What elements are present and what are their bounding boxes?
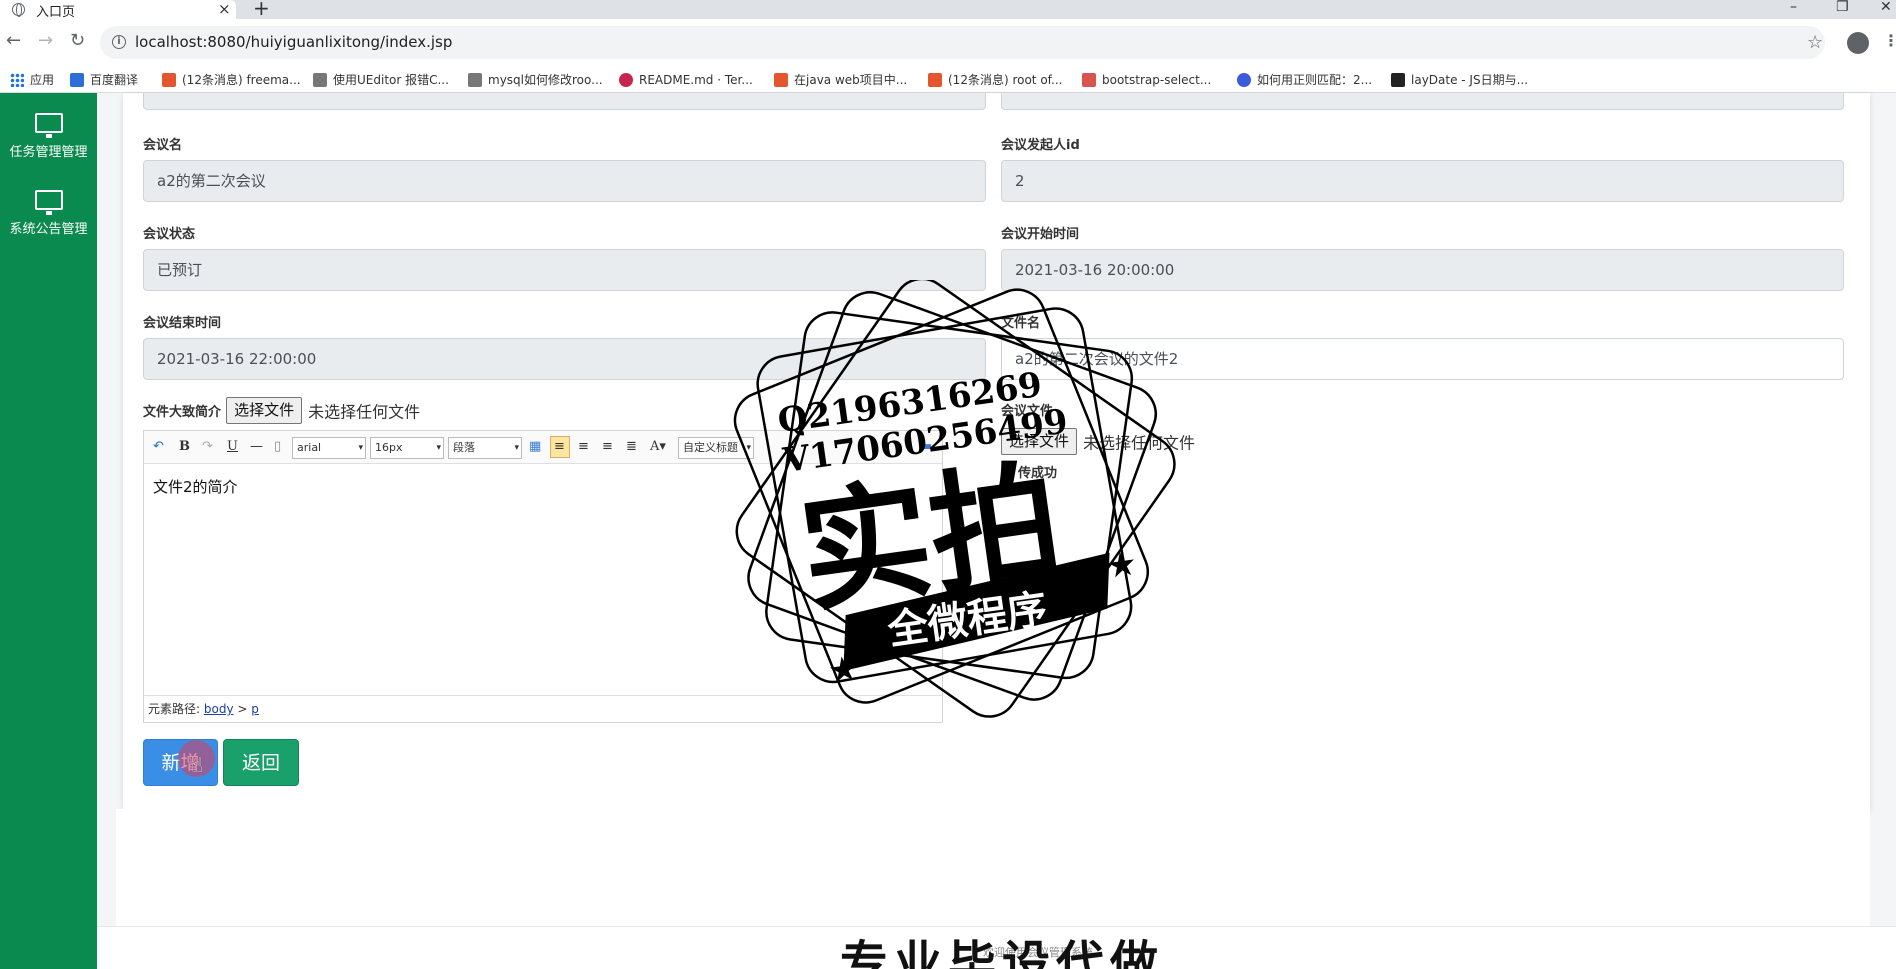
star-icon: ★ <box>1104 543 1140 587</box>
end-time-label: 会议结束时间 <box>143 316 222 331</box>
align-right-icon[interactable]: ≡ <box>602 439 613 455</box>
tab-title: 入口页 <box>36 5 76 20</box>
bookmark-item[interactable]: layDate - JS日期与... <box>1391 70 1528 90</box>
input-field[interactable] <box>1001 93 1844 110</box>
bookmark-item[interactable]: 百度翻译 <box>70 70 138 90</box>
format-icon[interactable]: ▯ <box>274 439 281 455</box>
laydate-icon <box>1391 73 1405 87</box>
path-separator: > <box>237 702 248 716</box>
bookmark-apps[interactable]: 应用 <box>10 70 54 90</box>
bookmark-item[interactable]: 使用UEditor 报错C... <box>313 70 449 90</box>
hand-cursor-icon: ☝ <box>191 753 204 777</box>
csdn-icon <box>162 73 176 87</box>
monitor-icon <box>34 113 63 138</box>
align-left-icon[interactable]: ≡ <box>554 439 565 455</box>
bold-icon[interactable]: B <box>179 439 190 455</box>
address-bar: ← → ↻ i localhost:8080/huiyiguanlixitong… <box>0 19 1896 67</box>
csdn-icon <box>928 73 942 87</box>
bookmark-item[interactable]: (12条消息) freema... <box>162 70 301 90</box>
browser-menu-icon[interactable]: ⋮ <box>1883 31 1896 51</box>
baidu-paw-icon <box>1237 73 1251 87</box>
paragraph-select[interactable]: 段落 <box>448 437 522 459</box>
bookmark-item[interactable]: 如何用正则匹配：2... <box>1237 70 1372 90</box>
choose-file-button[interactable]: 选择文件 <box>226 397 303 424</box>
browser-tab-bar: 入口页 × + – ❐ ✕ <box>0 0 1896 20</box>
summary-file-row: 文件大致简介 选择文件 未选择任何文件 <box>143 397 420 424</box>
url-text[interactable]: localhost:8080/huiyiguanlixitong/index.j… <box>135 33 452 51</box>
new-tab-icon[interactable]: + <box>253 0 270 18</box>
bookmark-icon <box>313 73 327 87</box>
path-body-link[interactable]: body <box>204 702 234 716</box>
align-justify-icon[interactable]: ≣ <box>626 439 637 455</box>
csdn-icon <box>774 73 788 87</box>
jianshu-icon <box>1082 73 1096 87</box>
content-panel <box>116 809 1870 926</box>
browser-tab[interactable]: 入口页 × <box>0 0 236 20</box>
star-icon: ★ <box>826 648 862 692</box>
bookmark-item[interactable]: README.md · Ter... <box>619 70 753 90</box>
globe-icon <box>12 3 25 17</box>
initiator-id-label: 会议发起人id <box>1001 138 1080 153</box>
monitor-icon <box>34 190 63 215</box>
restore-icon[interactable]: ❐ <box>1836 0 1849 16</box>
underline-icon[interactable]: U <box>227 439 238 455</box>
sidebar-item-task-management[interactable]: 任务管理管理 <box>0 113 97 160</box>
sidebar-item-label: 系统公告管理 <box>9 222 88 237</box>
back-button[interactable]: 返回 <box>223 739 299 786</box>
element-path-label: 元素路径: <box>148 702 201 716</box>
sidebar: 任务管理管理 系统公告管理 <box>0 93 97 969</box>
bookmark-icon <box>468 73 482 87</box>
sidebar-item-announcement-management[interactable]: 系统公告管理 <box>0 190 97 237</box>
bottom-watermark-text: 专业毕设代做 <box>840 936 1165 969</box>
font-size-select[interactable]: 16px <box>370 437 444 459</box>
meeting-name-field[interactable]: a2的第二次会议 <box>143 160 986 202</box>
meeting-status-label: 会议状态 <box>143 227 196 242</box>
align-center-icon[interactable]: ≡ <box>578 439 589 455</box>
path-p-link[interactable]: p <box>251 702 259 716</box>
font-color-icon[interactable]: A▾ <box>650 439 666 455</box>
redo-icon[interactable]: ↷ <box>202 439 213 455</box>
bookmark-item[interactable]: (12条消息) root of... <box>928 70 1062 90</box>
bookmark-item[interactable]: bootstrap-select... <box>1082 70 1211 90</box>
initiator-id-field[interactable]: 2 <box>1001 160 1844 202</box>
minimize-icon[interactable]: – <box>1790 0 1797 16</box>
undo-icon[interactable]: ↶ <box>153 439 164 455</box>
bookmark-star-icon[interactable]: ☆ <box>1807 33 1823 53</box>
apps-grid-icon <box>10 73 24 87</box>
start-time-label: 会议开始时间 <box>1001 227 1080 242</box>
meeting-name-label: 会议名 <box>143 138 183 153</box>
horizontal-rule-icon[interactable]: — <box>250 439 263 455</box>
table-icon[interactable]: ▦ <box>529 439 541 455</box>
info-icon[interactable]: i <box>112 35 126 49</box>
bookmarks-bar: 应用 百度翻译 (12条消息) freema... 使用UEditor 报错C.… <box>0 67 1896 93</box>
tab-close-icon[interactable]: × <box>218 0 231 18</box>
reload-icon[interactable]: ↻ <box>70 31 85 51</box>
back-icon[interactable]: ← <box>6 31 21 51</box>
baidu-translate-icon <box>70 73 84 87</box>
watermark-stamp: Q2196316269 V17060256499 实拍 全微程序 ★ ★ <box>733 280 1176 718</box>
window-close-icon[interactable]: ✕ <box>1880 0 1892 16</box>
summary-label: 文件大致简介 <box>143 405 222 420</box>
forward-icon[interactable]: → <box>38 31 53 51</box>
font-family-select[interactable]: arial <box>292 437 366 459</box>
screen: 入口页 × + – ❐ ✕ ← → ↻ i localhost:8080/hui… <box>0 0 1896 969</box>
url-bar[interactable]: i localhost:8080/huiyiguanlixitong/index… <box>100 26 1825 59</box>
bookmark-item[interactable]: 在java web项目中... <box>774 70 907 90</box>
profile-icon[interactable] <box>1847 32 1869 54</box>
gitee-icon <box>619 73 633 87</box>
no-file-text: 未选择任何文件 <box>308 402 421 422</box>
bookmark-item[interactable]: mysql如何修改roo... <box>468 70 603 90</box>
input-field[interactable] <box>143 93 986 110</box>
sidebar-item-label: 任务管理管理 <box>9 145 88 160</box>
editor-content[interactable]: 文件2的简介 <box>153 476 238 497</box>
